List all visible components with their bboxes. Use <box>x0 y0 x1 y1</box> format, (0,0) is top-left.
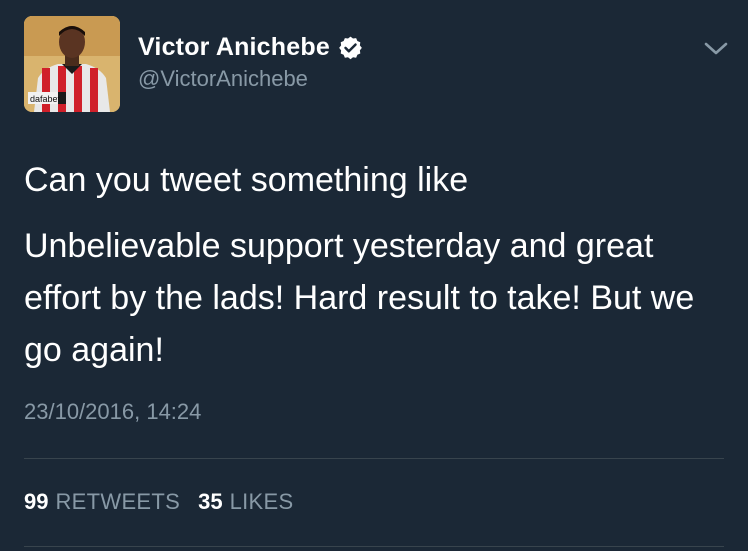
divider <box>24 546 724 547</box>
divider <box>24 458 724 459</box>
retweets-count[interactable]: 99 <box>24 489 48 515</box>
avatar[interactable]: dafabet <box>24 16 120 112</box>
name-row: Victor Anichebe <box>138 30 363 64</box>
author-info: Victor Anichebe @VictorAnichebe <box>138 30 363 92</box>
avatar-sponsor-text: dafabet <box>30 94 61 104</box>
likes-count[interactable]: 35 <box>198 489 222 515</box>
tweet-stats: 99 RETWEETS 35 LIKES <box>24 489 311 515</box>
display-name[interactable]: Victor Anichebe <box>138 33 330 62</box>
likes-label[interactable]: LIKES <box>230 489 294 515</box>
chevron-down-icon[interactable] <box>703 40 729 58</box>
retweets-label[interactable]: RETWEETS <box>55 489 180 515</box>
tweet-text-line-1: Can you tweet something like <box>24 161 469 199</box>
timestamp[interactable]: 23/10/2016, 14:24 <box>24 399 201 425</box>
avatar-image: dafabet <box>24 16 120 112</box>
handle[interactable]: @VictorAnichebe <box>138 66 363 92</box>
tweet-card: dafabet Victor Anichebe @VictorAnichebe … <box>0 0 748 551</box>
tweet-text-line-2: Unbelievable support yesterday and great… <box>24 227 695 369</box>
verified-badge-icon <box>338 35 363 60</box>
